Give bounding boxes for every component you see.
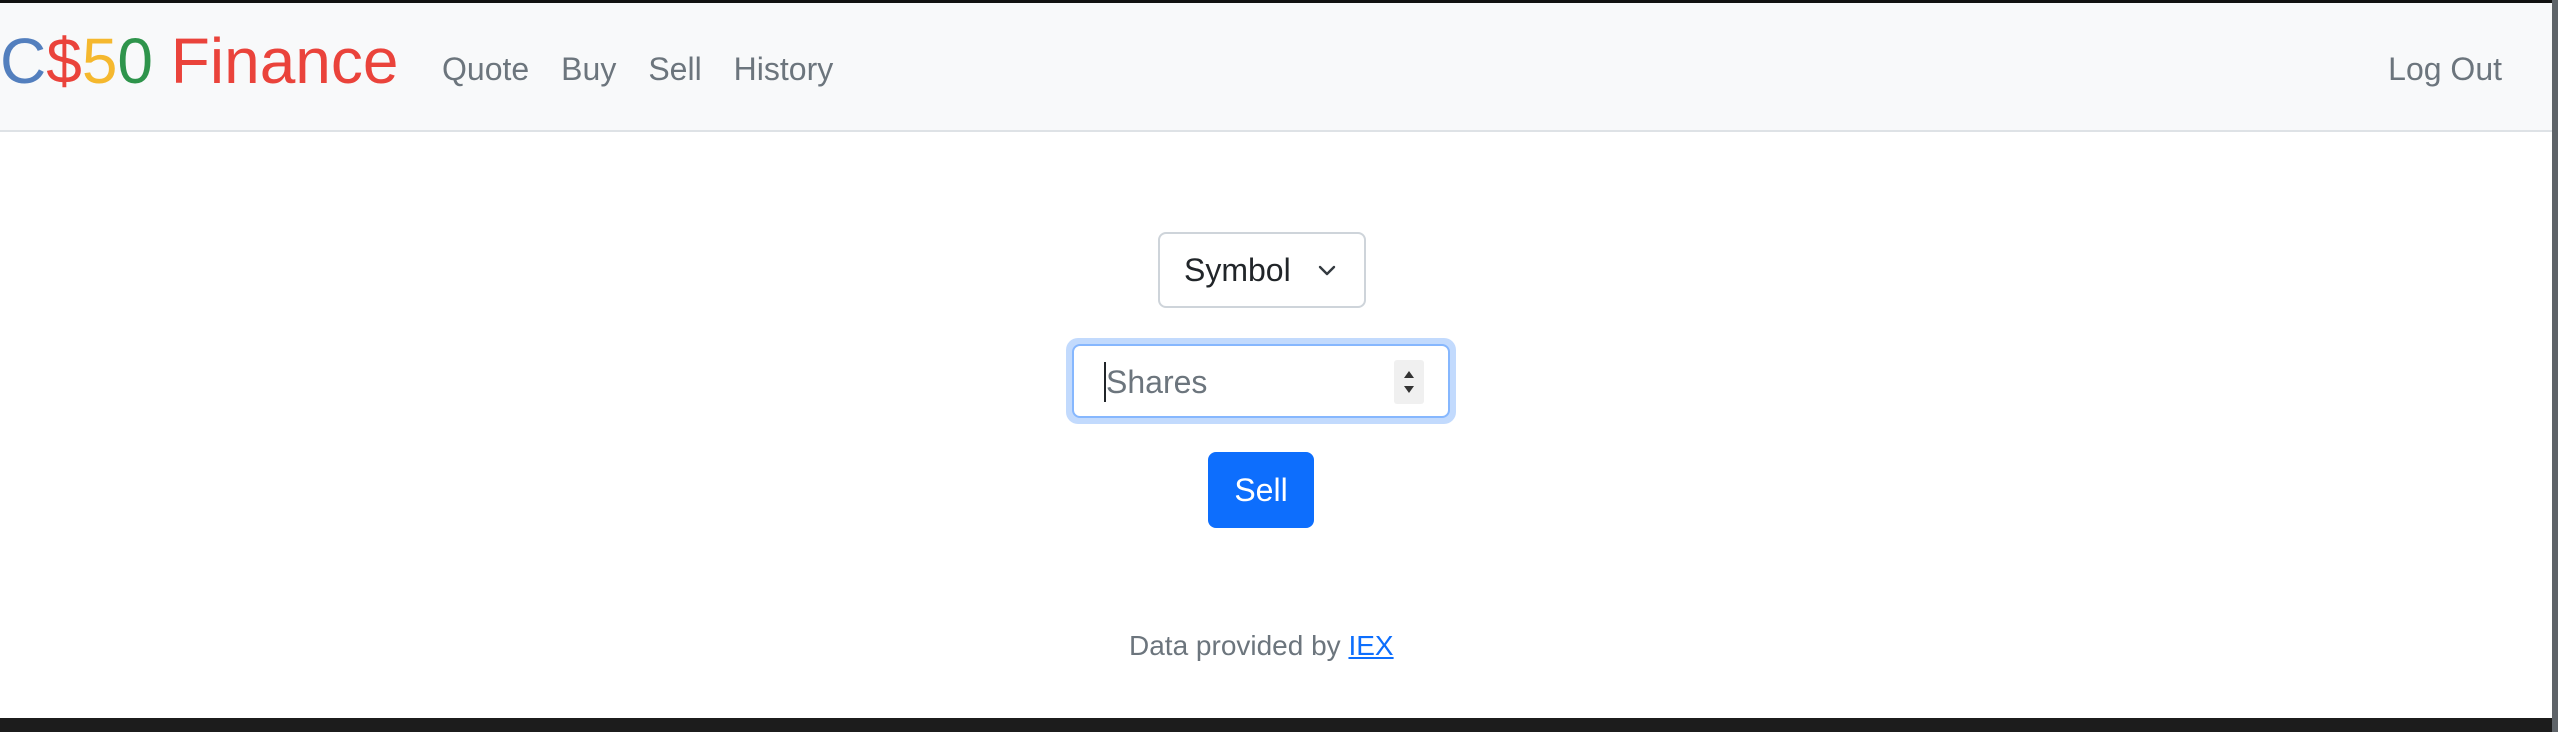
spinner-down-icon <box>1404 386 1414 393</box>
shares-input[interactable]: Shares <box>1072 344 1450 418</box>
chevron-down-icon <box>1318 265 1336 276</box>
brand-letter-dollar: $ <box>46 25 82 97</box>
window-edge <box>2552 0 2558 732</box>
footer-credit: Data provided by IEX <box>1129 626 1394 666</box>
spinner-up-icon <box>1404 371 1414 378</box>
app-window: C$50 Finance Quote Buy Sell History Log … <box>0 0 2552 718</box>
brand-logo[interactable]: C$50 Finance <box>0 21 398 101</box>
number-spinner-icon[interactable] <box>1394 360 1424 404</box>
nav-link-quote[interactable]: Quote <box>442 47 529 91</box>
iex-link[interactable]: IEX <box>1348 630 1393 661</box>
brand-letter-5: 5 <box>81 25 118 97</box>
sell-button[interactable]: Sell <box>1208 452 1314 528</box>
nav-link-logout[interactable]: Log Out <box>2388 47 2502 91</box>
nav-link-sell[interactable]: Sell <box>648 47 701 91</box>
nav-links: Quote Buy Sell History <box>442 47 865 91</box>
shares-placeholder: Shares <box>1106 364 1208 400</box>
footer-text: Data provided by <box>1129 630 1349 661</box>
brand-letter-0: 0 <box>117 25 153 97</box>
shares-focus-ring: Shares <box>1066 338 1456 424</box>
navbar: C$50 Finance Quote Buy Sell History Log … <box>0 3 2552 132</box>
nav-link-history[interactable]: History <box>734 47 834 91</box>
brand-letter-c: C <box>0 25 47 97</box>
symbol-select[interactable]: Symbol <box>1158 232 1366 308</box>
symbol-select-value: Symbol <box>1184 251 1291 288</box>
nav-link-buy[interactable]: Buy <box>561 47 616 91</box>
text-caret <box>1104 362 1106 402</box>
brand-word-finance: Finance <box>153 25 399 97</box>
